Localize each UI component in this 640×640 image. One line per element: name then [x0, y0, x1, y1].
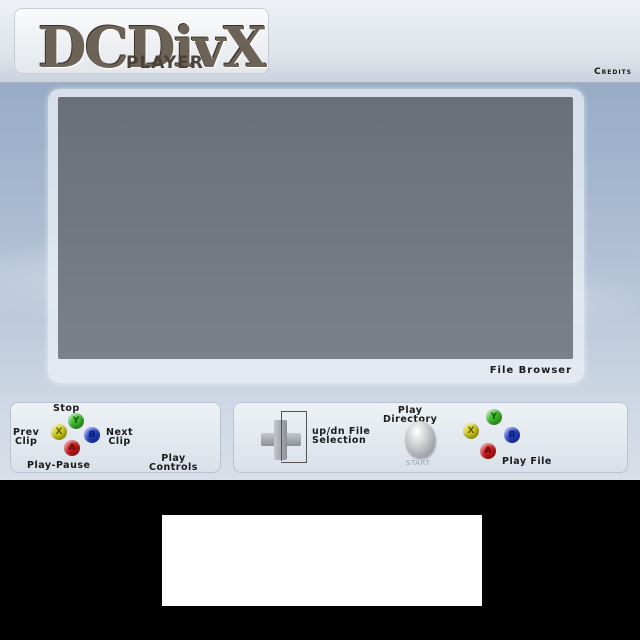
play-pause-button[interactable]: A	[64, 440, 80, 456]
play-file-label: Play File	[502, 456, 552, 467]
file-browser-label: File Browser	[489, 365, 572, 376]
stop-button[interactable]: Y	[68, 413, 84, 429]
next-clip-button[interactable]: B	[84, 427, 100, 443]
play-file-button[interactable]: A	[480, 443, 496, 459]
y-glyph-icon: Y	[490, 412, 498, 422]
b-glyph-icon: B	[88, 430, 96, 440]
play-controls-title: Play Controls	[149, 453, 198, 473]
start-label: START	[406, 459, 431, 467]
prev-clip-label: Prev Clip	[13, 427, 40, 447]
player-screen: DCDivX PLAYER Credits File Browser Stop …	[0, 0, 640, 480]
play-directory-label: Play Directory	[383, 405, 438, 425]
stop-label: Stop	[53, 403, 80, 414]
app-logo-subtitle: PLAYER	[126, 53, 204, 73]
a-glyph-icon: A	[484, 446, 492, 456]
x-glyph-icon: X	[467, 426, 475, 436]
y-glyph-icon: Y	[72, 416, 80, 426]
updn-selection-label: up/dn File Selection	[312, 426, 371, 446]
start-button[interactable]	[405, 421, 435, 457]
file-y-button[interactable]: Y	[486, 409, 502, 425]
b-glyph-icon: B	[508, 430, 516, 440]
file-x-button[interactable]: X	[463, 423, 479, 439]
next-clip-label: Next Clip	[106, 427, 134, 447]
file-browser-frame: File Browser	[48, 89, 584, 383]
dpad-bracket	[281, 411, 307, 463]
file-browser-list[interactable]	[58, 97, 573, 359]
logo-plate: DCDivX PLAYER	[14, 8, 269, 78]
a-glyph-icon: A	[68, 443, 76, 453]
blank-overlay-box	[162, 515, 482, 606]
x-glyph-icon: X	[55, 427, 63, 437]
credits-link[interactable]: Credits	[594, 67, 632, 77]
file-b-button[interactable]: B	[504, 427, 520, 443]
play-pause-label: Play-Pause	[27, 460, 91, 471]
prev-clip-button[interactable]: X	[51, 424, 67, 440]
header-bar: DCDivX PLAYER Credits	[0, 0, 640, 83]
